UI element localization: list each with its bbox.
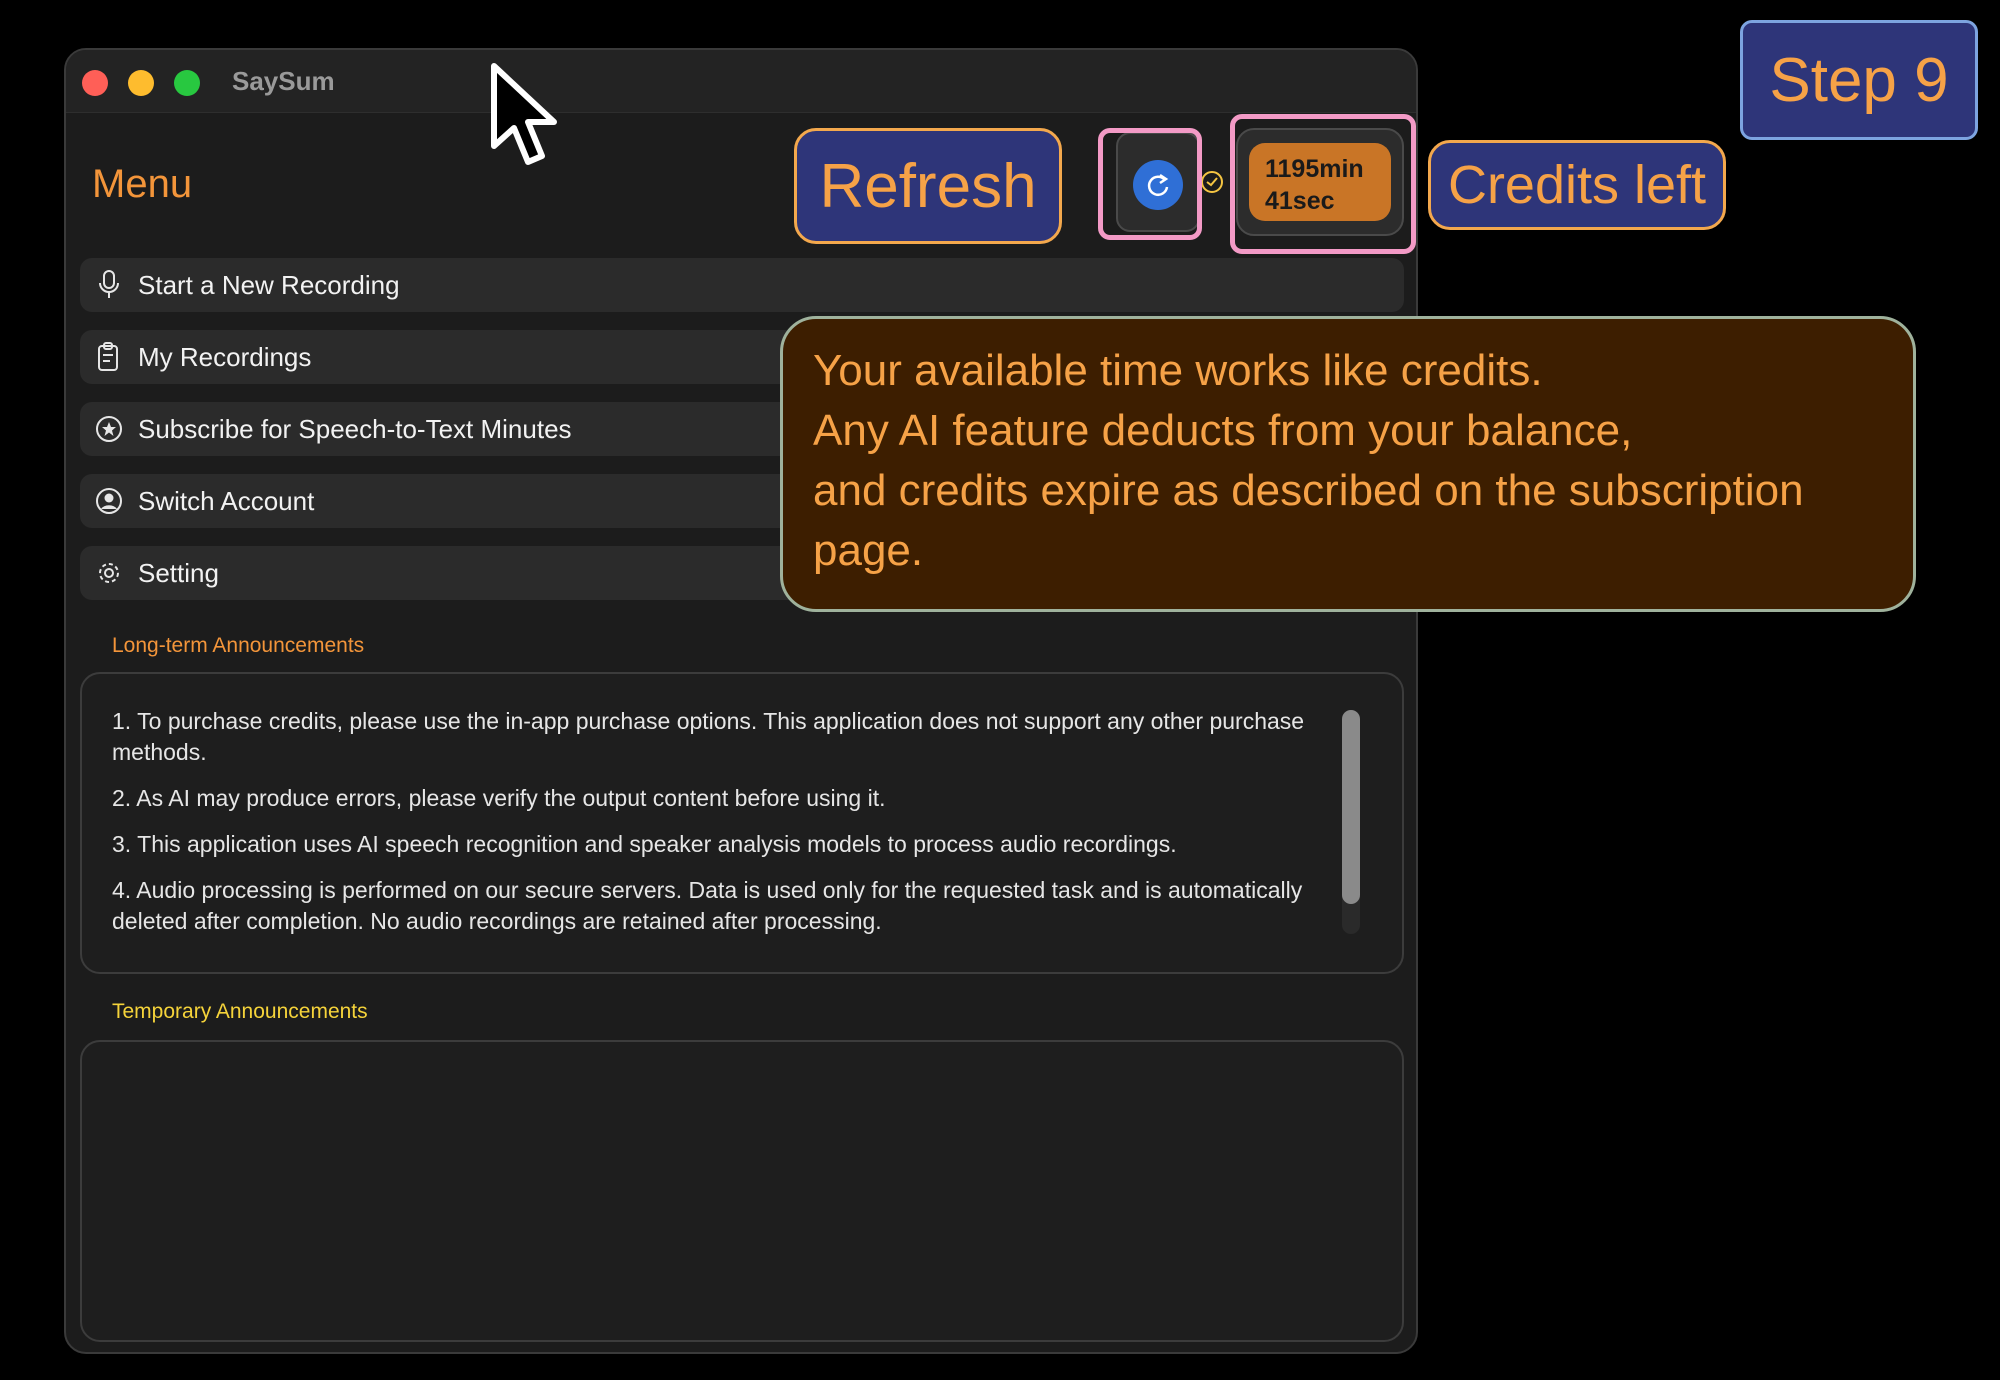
- app-window: SaySum Menu Start a New Recording My Rec…: [64, 48, 1418, 1354]
- zoom-window-button[interactable]: [174, 70, 200, 96]
- announcement-item: 1. To purchase credits, please use the i…: [112, 708, 1305, 765]
- menu-item-label: Start a New Recording: [138, 269, 400, 300]
- mouse-cursor-icon: [490, 62, 560, 177]
- clock-icon: [1198, 168, 1226, 201]
- close-window-button[interactable]: [82, 70, 108, 96]
- window-title: SaySum: [232, 66, 335, 96]
- scrollbar[interactable]: [1342, 710, 1360, 934]
- person-circle-icon: [94, 486, 124, 516]
- menu-item-label: My Recordings: [138, 341, 312, 372]
- credits-highlight: [1230, 114, 1416, 254]
- refresh-callout: Refresh: [794, 128, 1062, 244]
- microphone-icon: [94, 270, 124, 300]
- minimize-window-button[interactable]: [128, 70, 154, 96]
- star-circle-icon: [94, 414, 124, 444]
- menu-item-label: Setting: [138, 557, 219, 588]
- tooltip-line: and credits expire as described on the s…: [813, 466, 1804, 515]
- scrollbar-thumb[interactable]: [1342, 710, 1360, 904]
- announcement-item: 4. Audio processing is performed on our …: [112, 877, 1303, 934]
- tooltip-line: Your available time works like credits.: [813, 346, 1543, 395]
- announcement-list: 1. To purchase credits, please use the i…: [112, 706, 1342, 952]
- clipboard-icon: [94, 342, 124, 372]
- gear-icon: [94, 558, 124, 588]
- credits-callout: Credits left: [1428, 140, 1726, 230]
- announcement-item: 2. As AI may produce errors, please veri…: [112, 785, 886, 811]
- temporary-announcements-panel[interactable]: [80, 1040, 1404, 1342]
- temporary-announcements-label: Temporary Announcements: [112, 1000, 368, 1023]
- menu-item-label: Switch Account: [138, 485, 315, 516]
- menu-title: Menu: [92, 162, 193, 206]
- long-term-announcements-panel[interactable]: 1. To purchase credits, please use the i…: [80, 672, 1404, 974]
- title-bar: SaySum: [66, 50, 1416, 113]
- refresh-highlight: [1098, 128, 1202, 240]
- tooltip-line: Any AI feature deducts from your balance…: [813, 406, 1633, 455]
- step-badge: Step 9: [1740, 20, 1978, 140]
- announcement-item: 3. This application uses AI speech recog…: [112, 831, 1177, 857]
- long-term-announcements-label: Long-term Announcements: [112, 634, 365, 657]
- credits-tooltip: Your available time works like credits. …: [780, 316, 1916, 612]
- menu-item-start-new-recording[interactable]: Start a New Recording: [80, 258, 1404, 312]
- tooltip-line: page.: [813, 526, 924, 575]
- menu-item-label: Subscribe for Speech-to-Text Minutes: [138, 413, 572, 444]
